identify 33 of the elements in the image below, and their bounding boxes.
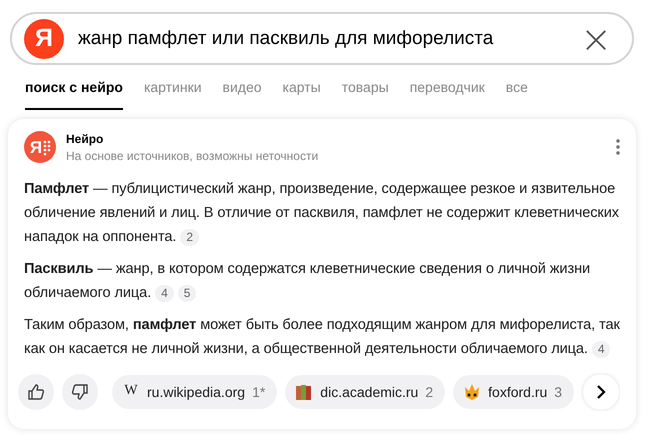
search-query: жанр памфлет или пасквиль для мифорелиста bbox=[78, 28, 494, 50]
citation-link[interactable]: 4 bbox=[592, 341, 610, 358]
answer-paragraph: Пасквиль — жанр, в котором содержатся клеветнические сведения о личной жизни обличаемого лица. 4 5 bbox=[24, 260, 592, 304]
tab[interactable]: видео bbox=[222, 79, 262, 110]
dislike-button[interactable] bbox=[62, 374, 98, 410]
citation-link[interactable]: 5 bbox=[178, 285, 196, 302]
like-button[interactable] bbox=[18, 374, 54, 410]
logo[interactable]: Я bbox=[24, 18, 64, 58]
tab[interactable]: карты bbox=[282, 79, 321, 110]
tab[interactable]: картинки bbox=[144, 79, 202, 110]
thumbs-down-icon bbox=[71, 383, 89, 401]
tab[interactable]: переводчик bbox=[410, 79, 485, 110]
answer-paragraph: Памфлет — публицистический жанр, произведение, содержащее резкое и язвительное обличение явлений и лиц. В отличие от пасквиля, памфлет не содержит клеветнических нападок на оппонента. 2 bbox=[24, 180, 620, 248]
more-icon[interactable] bbox=[616, 139, 620, 155]
fox-icon bbox=[463, 383, 482, 401]
assistant-icon: Я bbox=[24, 131, 56, 163]
citation-link[interactable]: 4 bbox=[155, 285, 174, 302]
tab[interactable]: все bbox=[506, 79, 528, 110]
source-chip[interactable]: dic.academic.ru 2 bbox=[285, 375, 446, 409]
source-chip[interactable]: W ru.wikipedia.org 1* bbox=[112, 375, 278, 409]
chevron-right-icon bbox=[595, 385, 607, 399]
assistant-name: Нейро bbox=[66, 132, 104, 146]
source-chip[interactable]: foxford.ru 3 bbox=[453, 375, 574, 409]
answer-paragraph: Таким образом, памфлет может быть более подходящим жанром для мифорелиста, так как он касается не личной жизни, а общественной деятельности обличаемого лица. 4 bbox=[24, 316, 620, 360]
wikipedia-icon: W bbox=[122, 383, 140, 401]
next-button[interactable] bbox=[583, 374, 619, 410]
thumbs-up-icon bbox=[27, 383, 45, 401]
tab[interactable]: поиск с нейро bbox=[25, 79, 123, 110]
search-field[interactable]: Я жанр памфлет или пасквиль для мифорелиста × bbox=[10, 12, 634, 65]
citation-link[interactable]: 2 bbox=[180, 229, 199, 246]
books-icon bbox=[295, 383, 314, 401]
disclaimer: На основе источников, возможны неточности bbox=[66, 148, 320, 162]
tab[interactable]: товары bbox=[342, 79, 389, 110]
